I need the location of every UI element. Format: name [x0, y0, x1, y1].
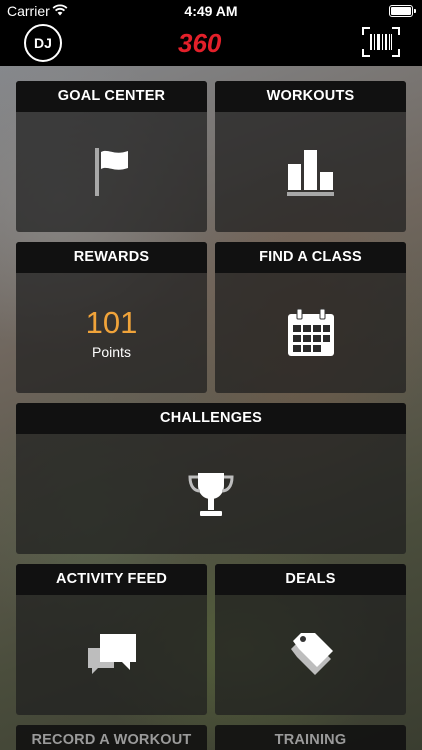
tile-rewards-title: REWARDS — [16, 242, 207, 273]
battery-icon — [389, 5, 416, 17]
tile-rewards-body: 101 Points — [16, 273, 207, 393]
tile-rewards[interactable]: REWARDS 101 Points — [16, 242, 207, 393]
top-bar: Carrier 4:49 AM DJ 360 — [0, 0, 422, 66]
tile-deals-body — [215, 595, 406, 715]
avatar[interactable]: DJ — [24, 24, 62, 62]
tags-icon — [290, 633, 333, 675]
tile-workouts[interactable]: WORKOUTS — [215, 81, 406, 232]
tile-training-title: TRAINING — [215, 725, 406, 750]
tile-find-a-class-title: FIND A CLASS — [215, 242, 406, 273]
home-screen: Carrier 4:49 AM DJ 360 GOAL CENTER WORKO… — [0, 0, 422, 750]
tile-activity-feed-body — [16, 595, 207, 715]
calendar-icon — [287, 308, 334, 356]
logo-text: 360 — [178, 27, 222, 58]
clock: 4:49 AM — [184, 3, 238, 19]
chat-bubbles-icon — [87, 634, 136, 674]
points-value: 101 — [85, 305, 138, 340]
tile-goal-center-body — [16, 112, 207, 232]
app-logo: 360 — [178, 26, 248, 60]
points-label: Points — [92, 344, 131, 360]
tile-training[interactable]: TRAINING — [215, 725, 406, 750]
tile-record-a-workout-title: RECORD A WORKOUT — [16, 725, 207, 750]
tile-goal-center[interactable]: GOAL CENTER — [16, 81, 207, 232]
tile-record-a-workout[interactable]: RECORD A WORKOUT — [16, 725, 207, 750]
tile-deals[interactable]: DEALS — [215, 564, 406, 715]
bar-chart-icon — [286, 150, 334, 196]
tile-find-a-class-body — [215, 273, 406, 393]
status-bar: Carrier 4:49 AM — [0, 0, 422, 22]
barcode-button[interactable] — [362, 27, 400, 57]
tile-challenges-title: CHALLENGES — [16, 403, 406, 434]
barcode-icon — [362, 27, 400, 57]
trophy-icon — [188, 473, 234, 516]
tile-activity-feed[interactable]: ACTIVITY FEED — [16, 564, 207, 715]
flag-icon — [94, 148, 128, 196]
tile-find-a-class[interactable]: FIND A CLASS — [215, 242, 406, 393]
tile-workouts-title: WORKOUTS — [215, 81, 406, 112]
tile-activity-feed-title: ACTIVITY FEED — [16, 564, 207, 595]
tile-workouts-body — [215, 112, 406, 232]
tile-deals-title: DEALS — [215, 564, 406, 595]
tile-challenges[interactable]: CHALLENGES — [16, 403, 406, 554]
tile-goal-center-title: GOAL CENTER — [16, 81, 207, 112]
tile-challenges-body — [16, 434, 406, 554]
